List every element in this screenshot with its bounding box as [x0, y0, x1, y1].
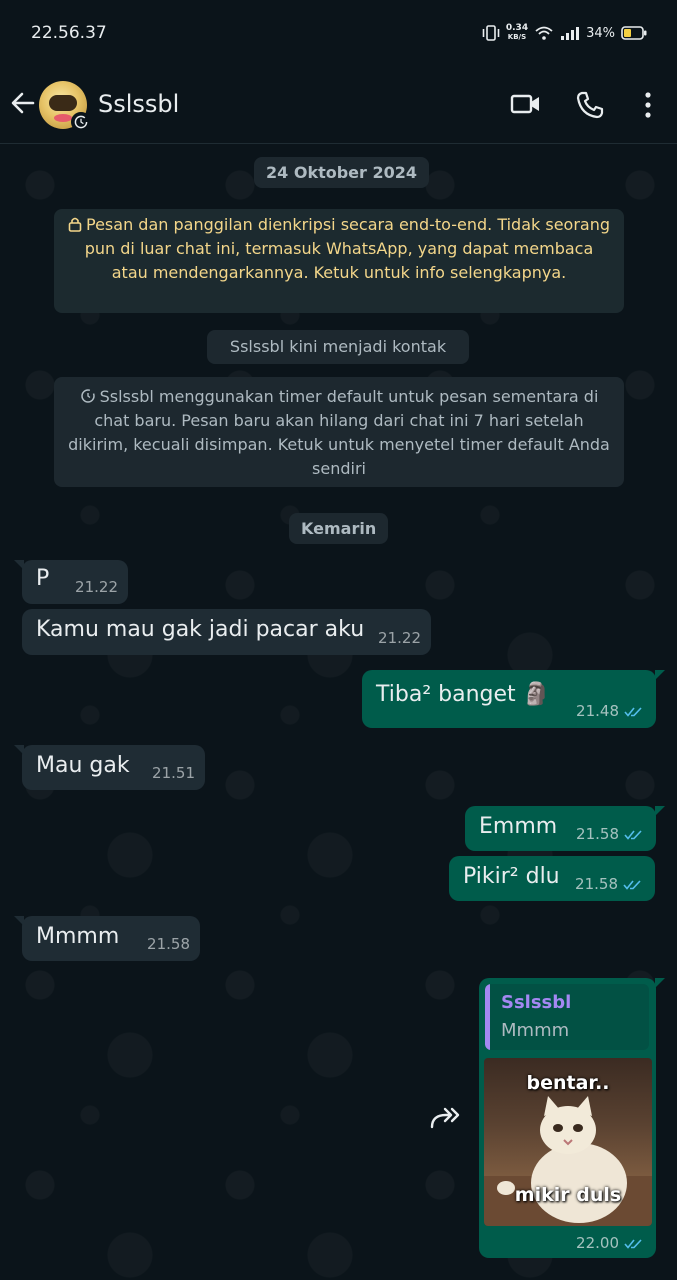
bubble-tail	[655, 670, 665, 680]
timer-notice[interactable]: Sslssbl menggunakan timer default untuk …	[54, 377, 624, 487]
status-bar: 22.56.37 0.34 KB/S 34%	[0, 0, 677, 66]
incoming-message[interactable]: Mau gak 21.51	[22, 745, 205, 790]
sticker-image[interactable]: bentar.. mikir duls	[484, 1058, 652, 1226]
status-time: 22.56.37	[31, 23, 107, 43]
vibrate-icon	[482, 25, 500, 41]
incoming-message[interactable]: Kamu mau gak jadi pacar aku 21.22	[22, 609, 431, 655]
net-speed: 0.34 KB/S	[505, 23, 529, 42]
message-time: 21.22	[378, 629, 421, 647]
message-text: Kamu mau gak jadi pacar aku	[36, 617, 365, 642]
message-time: 21.48	[576, 702, 619, 720]
message-time: 21.58	[147, 935, 190, 953]
timer-text: Sslssbl menggunakan timer default untuk …	[68, 387, 610, 478]
quoted-text: Mmmm	[501, 1020, 570, 1041]
forward-icon[interactable]	[428, 1105, 462, 1131]
read-ticks-icon	[624, 829, 642, 840]
date-separator: Kemarin	[289, 513, 389, 544]
message-text: P	[36, 566, 50, 591]
read-ticks-icon	[624, 1238, 642, 1249]
wifi-icon	[535, 26, 553, 40]
message-time: 21.58	[575, 875, 618, 893]
outgoing-sticker-reply[interactable]: Sslssbl Mmmm bentar.. mikir duls 22.00	[479, 978, 656, 1258]
chat-header: Sslssbl	[0, 66, 677, 144]
bubble-tail	[655, 806, 665, 816]
avatar-sunglasses	[49, 95, 77, 111]
contact-added-notice: Sslssbl kini menjadi kontak	[207, 330, 469, 364]
sticker-caption-top: bentar..	[526, 1072, 610, 1094]
outgoing-message[interactable]: Pikir² dlu 21.58	[449, 856, 655, 901]
incoming-message[interactable]: P 21.22	[22, 560, 128, 604]
battery-icon	[621, 26, 647, 40]
sticker-caption-bottom: mikir duls	[514, 1184, 622, 1206]
read-ticks-icon	[623, 879, 641, 890]
message-text: Mmmm	[36, 924, 120, 949]
contact-name[interactable]: Sslssbl	[98, 90, 179, 118]
chat-area[interactable]: 24 Oktober 2024 Pesan dan panggilan dien…	[0, 145, 677, 1280]
video-call-icon[interactable]	[510, 90, 542, 118]
avatar-mouth	[54, 114, 72, 122]
message-status: 21.58	[576, 825, 644, 843]
outgoing-message[interactable]: Emmm 21.58	[465, 806, 656, 851]
voice-call-icon[interactable]	[575, 90, 605, 120]
message-status: 21.48	[576, 702, 644, 720]
encryption-text: Pesan dan panggilan dienkripsi secara en…	[84, 215, 611, 282]
quote-bar	[485, 984, 490, 1050]
bubble-tail	[655, 978, 665, 988]
message-text: Emmm	[479, 814, 558, 839]
quoted-name: Sslssbl	[501, 992, 572, 1013]
message-time: 21.22	[75, 578, 118, 596]
message-time: 21.58	[576, 825, 619, 843]
incoming-message[interactable]: Mmmm 21.58	[22, 916, 200, 961]
message-text: Pikir² dlu	[463, 864, 560, 889]
timer-icon	[80, 389, 95, 403]
quoted-message[interactable]: Sslssbl Mmmm	[485, 984, 649, 1050]
message-status: 21.58	[575, 875, 643, 893]
message-status: 22.00	[576, 1234, 644, 1252]
signal-icon	[561, 27, 580, 40]
disappearing-timer-icon	[71, 112, 91, 132]
read-ticks-icon	[624, 706, 642, 717]
outgoing-message[interactable]: Tiba² banget 🗿 21.48	[362, 670, 656, 728]
encryption-notice[interactable]: Pesan dan panggilan dienkripsi secara en…	[54, 209, 624, 313]
more-options-icon[interactable]	[638, 90, 658, 120]
message-time: 22.00	[576, 1234, 619, 1252]
avatar[interactable]	[39, 81, 91, 132]
lock-icon	[68, 217, 82, 232]
back-arrow-icon[interactable]	[8, 88, 38, 118]
battery-percent: 34%	[586, 25, 615, 41]
message-text: Tiba² banget 🗿	[376, 682, 551, 707]
message-time: 21.51	[152, 764, 195, 782]
date-separator: 24 Oktober 2024	[254, 157, 430, 188]
message-text: Mau gak	[36, 753, 130, 778]
status-icons: 0.34 KB/S 34%	[482, 22, 647, 44]
